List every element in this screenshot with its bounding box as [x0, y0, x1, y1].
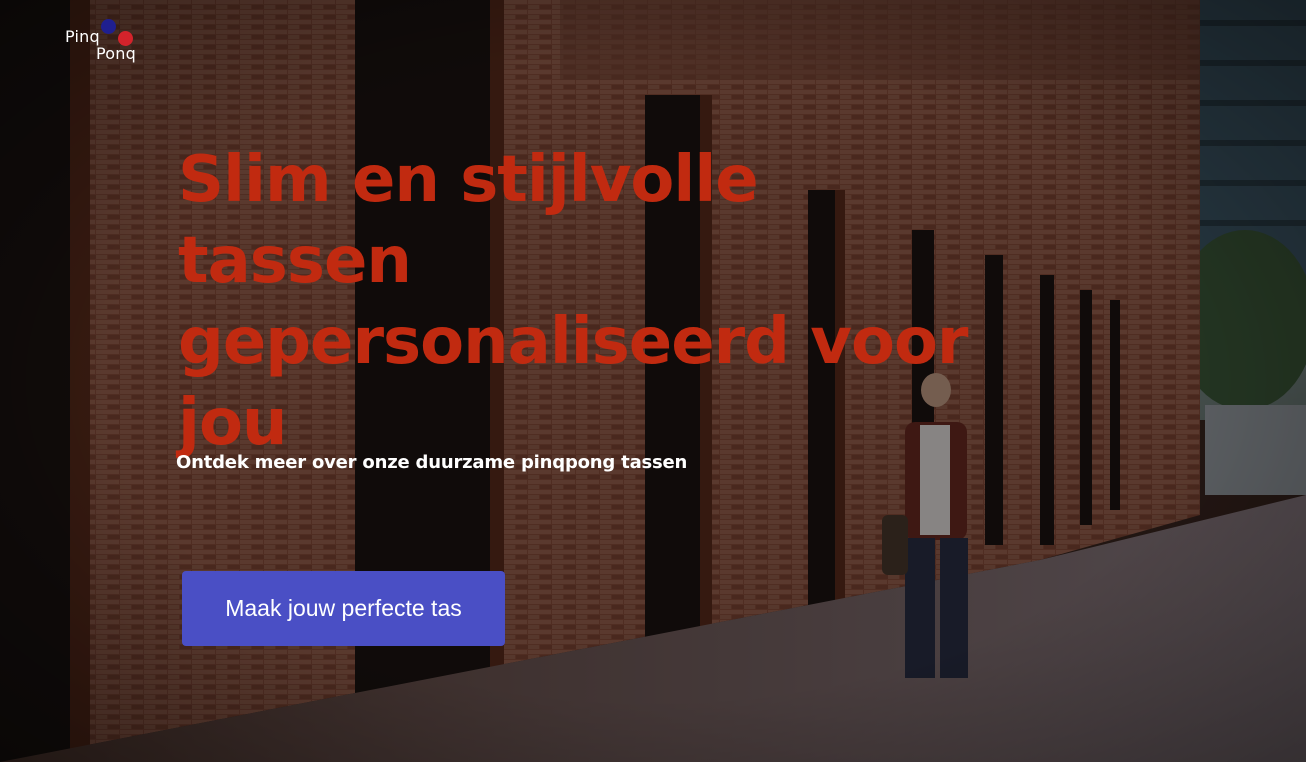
logo-dot-navy [101, 19, 116, 34]
hero-subtitle: Ontdek meer over onze duurzame pinqpong … [176, 452, 688, 473]
pinqponq-logo[interactable]: Pinq Ponq [64, 18, 144, 70]
logo-text-line1: Pinq [65, 27, 100, 46]
hero-headline: Slim en stijlvolle tassen gepersonalisee… [178, 143, 968, 460]
logo-text-line2: Ponq [96, 44, 136, 63]
create-bag-button[interactable]: Maak jouw perfecte tas [182, 571, 505, 646]
